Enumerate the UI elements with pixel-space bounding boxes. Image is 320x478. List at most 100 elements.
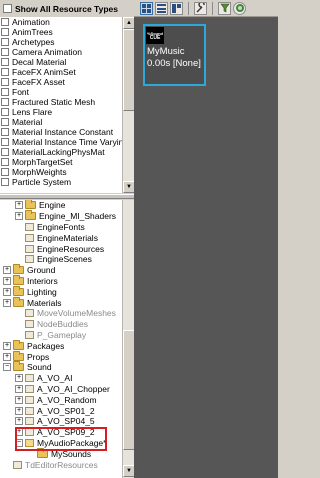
tree-node-label: Engine_MI_Shaders [39,211,117,222]
resource-type-checkbox[interactable] [1,108,9,116]
grid-view-icon[interactable] [140,1,153,15]
tree-node[interactable]: + A_VO_SP09_2 [0,427,122,438]
resource-type-checkbox[interactable] [1,38,9,46]
resource-type-item[interactable]: FaceFX Asset [0,77,122,87]
tree-node[interactable]: TdEditorResources [0,459,122,470]
resource-type-checkbox[interactable] [1,138,9,146]
tree-node[interactable]: EngineResources [0,243,122,254]
resource-type-item[interactable]: AnimTrees [0,27,122,37]
tree-node[interactable]: NodeBuddies [0,319,122,330]
wrench-icon[interactable] [194,1,207,15]
tree-node[interactable]: + A_VO_AI [0,373,122,384]
tree-node[interactable]: + Lighting [0,285,122,297]
tree-node[interactable]: + Materials [0,296,122,308]
collapse-icon[interactable]: − [15,438,23,447]
tree-node[interactable]: EngineScenes [0,254,122,265]
resource-type-item[interactable]: Particle System [0,177,122,187]
tree-node[interactable]: + Packages [0,339,122,351]
expand-icon[interactable]: + [15,395,23,404]
resource-type-item[interactable]: Animation [0,17,122,27]
expand-icon[interactable]: + [3,266,11,275]
resource-type-item[interactable]: Archetypes [0,37,122,47]
list-view-icon[interactable] [155,1,168,15]
resource-type-label: MaterialLackingPhysMat [12,147,105,157]
asset-tile-mymusic[interactable]: %Sound CUE MyMusic 0.00s [None] [143,24,206,86]
tree-scrollbar[interactable]: ▼ [122,200,135,478]
asset-grid[interactable]: %Sound CUE MyMusic 0.00s [None] [134,18,278,478]
expand-icon[interactable]: + [3,352,11,361]
resource-type-item[interactable]: Font [0,87,122,97]
resource-type-checkbox[interactable] [1,78,9,86]
tree-node-label: EngineMaterials [37,232,98,243]
tree-node[interactable]: + A_VO_Random [0,394,122,405]
resource-type-label: Font [12,87,30,97]
tree-node[interactable]: + Engine_MI_Shaders [0,210,122,222]
resource-type-checkbox[interactable] [1,18,9,26]
resource-type-checkbox[interactable] [1,68,9,76]
tree-node[interactable]: + Ground [0,264,122,276]
split-view-icon[interactable] [170,1,183,15]
resource-type-checkbox[interactable] [1,168,9,176]
expand-icon[interactable]: + [15,201,23,210]
show-all-checkbox[interactable] [3,4,12,13]
right-pane: %Sound CUE MyMusic 0.00s [None] [134,0,278,478]
expand-icon[interactable]: + [3,287,11,296]
tree-node-label: MyAudioPackage* [37,437,107,448]
pane-splitter[interactable] [0,194,134,199]
expand-icon[interactable]: + [3,298,11,307]
resource-type-item[interactable]: Lens Flare [0,107,122,117]
resource-type-checkbox[interactable] [1,98,9,106]
resource-type-item[interactable]: Material Instance Constant [0,127,122,137]
package-icon [25,406,34,415]
tree-node[interactable]: + A_VO_SP04_5 [0,416,122,427]
expand-icon[interactable]: + [15,212,23,221]
resource-type-label: FaceFX AnimSet [12,67,76,77]
tree-node[interactable]: − MyAudioPackage* [0,438,122,449]
resource-types-list: Animation AnimTrees Archetypes Camera Anima… [0,17,122,193]
tree-node[interactable]: P_Gameplay [0,330,122,341]
resource-type-item[interactable]: MaterialLackingPhysMat [0,147,122,157]
resource-type-checkbox[interactable] [1,58,9,66]
sync-icon[interactable] [233,1,246,15]
show-all-types-row[interactable]: Show All Resource Types [0,0,134,17]
folder-icon [13,339,24,350]
resource-type-checkbox[interactable] [1,28,9,36]
resource-type-checkbox[interactable] [1,178,9,186]
expand-icon[interactable]: + [15,428,23,437]
resource-type-item[interactable]: Material Instance Time Varying [0,137,122,147]
filter-icon[interactable] [218,1,231,15]
resource-type-checkbox[interactable] [1,148,9,156]
expand-icon[interactable]: + [15,417,23,426]
tree-node[interactable]: − Sound [0,361,122,373]
expand-icon[interactable]: + [3,276,11,285]
expand-icon[interactable]: + [15,374,23,383]
resource-type-label: Decal Material [12,57,67,67]
expand-icon[interactable]: + [3,341,11,350]
tree-node[interactable]: + Props [0,350,122,362]
resource-type-checkbox[interactable] [1,118,9,126]
tree-node[interactable]: + Interiors [0,274,122,287]
tree-node[interactable]: EngineFonts [0,222,122,233]
tree-node[interactable]: + A_VO_AI_Chopper [0,384,122,395]
resource-type-item[interactable]: MorphTargetSet [0,157,122,167]
resource-type-item[interactable]: Decal Material [0,57,122,67]
tree-node[interactable]: + Engine [0,200,122,211]
tree-node[interactable]: MoveVolumeMeshes [0,308,122,319]
expand-icon[interactable]: + [15,406,23,415]
tree-node[interactable]: + A_VO_SP01_2 [0,405,122,416]
resource-type-checkbox[interactable] [1,128,9,136]
resource-type-item[interactable]: Camera Animation [0,47,122,57]
resource-type-item[interactable]: Fractured Static Mesh [0,97,122,107]
resource-type-checkbox[interactable] [1,88,9,96]
resource-type-item[interactable]: MorphWeights [0,167,122,177]
expand-icon[interactable]: + [15,384,23,393]
tree-node[interactable]: EngineMaterials [0,232,122,243]
types-scrollbar[interactable]: ▲ ▼ [122,17,135,193]
resource-type-item[interactable]: Material [0,117,122,127]
tree-node[interactable]: MySounds [0,447,122,459]
resource-type-item[interactable]: FaceFX AnimSet [0,67,122,77]
resource-type-checkbox[interactable] [1,48,9,56]
resource-type-checkbox[interactable] [1,158,9,166]
collapse-icon[interactable]: − [3,363,11,372]
